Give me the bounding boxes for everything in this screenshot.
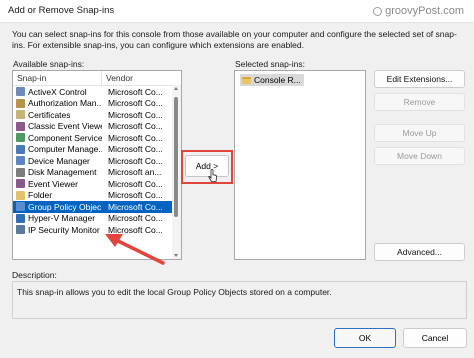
event-viewer-icon (16, 179, 25, 189)
remove-button[interactable]: Remove (374, 93, 465, 111)
scroll-down-icon[interactable] (174, 254, 178, 257)
vertical-scrollbar[interactable] (172, 85, 181, 259)
snapin-vendor: Microsoft Co... (108, 178, 163, 189)
column-header-vendor[interactable]: Vendor (102, 71, 133, 85)
folder-icon (16, 190, 25, 200)
advanced-button[interactable]: Advanced... (374, 243, 465, 261)
snapin-row[interactable]: ActiveX Control Microsoft Co... (13, 86, 181, 98)
snapin-name: Classic Event Viewer (28, 121, 102, 132)
snapin-vendor: Microsoft Co... (108, 98, 163, 109)
move-down-button[interactable]: Move Down (374, 147, 465, 165)
list-header: Snap-in Vendor (13, 71, 181, 86)
watermark-logo-icon (373, 6, 383, 16)
folder-icon (242, 76, 251, 84)
snapin-row[interactable]: Certificates Microsoft Co... (13, 109, 181, 121)
ok-button[interactable]: OK (334, 328, 396, 348)
snapin-name: Computer Manage... (28, 144, 102, 155)
snapin-name: Device Manager (28, 155, 90, 166)
snapin-row[interactable]: Disk Management Microsoft an... (13, 167, 181, 179)
snapin-vendor: Microsoft Co... (108, 201, 163, 212)
selected-item-label: Console R... (254, 75, 301, 85)
snapin-name: Disk Management (28, 167, 97, 178)
column-header-snapin[interactable]: Snap-in (13, 71, 102, 85)
snapin-row[interactable]: Group Policy Objec... Microsoft Co... (13, 201, 181, 213)
watermark-text: groovyPost.com (385, 5, 464, 17)
hand-cursor-icon (208, 169, 217, 182)
description-text: This snap-in allows you to edit the loca… (17, 287, 332, 297)
snapin-row[interactable]: Authorization Man... Microsoft Co... (13, 98, 181, 110)
snapin-vendor: Microsoft Co... (108, 224, 163, 235)
intro-text: You can select snap-ins for this console… (12, 29, 457, 50)
window-title: Add or Remove Snap-ins (8, 5, 115, 16)
device-manager-icon (16, 156, 25, 166)
snapin-name: Certificates (28, 109, 71, 120)
scroll-thumb[interactable] (174, 97, 178, 217)
snapin-vendor: Microsoft Co... (108, 213, 163, 224)
snapin-name: Group Policy Objec... (28, 201, 102, 212)
computer-management-icon (16, 144, 25, 154)
watermark: groovyPost.com (373, 5, 464, 17)
component-services-icon (16, 133, 25, 143)
available-snapins-list[interactable]: Snap-in Vendor ActiveX Control Microsoft … (12, 70, 182, 260)
certificates-icon (16, 110, 25, 120)
snapin-vendor: Microsoft Co... (108, 121, 163, 132)
snapin-name: Authorization Man... (28, 98, 102, 109)
available-rows: ActiveX Control Microsoft Co... Authorizat… (13, 86, 181, 236)
selected-snapins-list[interactable]: Console R... (234, 70, 366, 260)
activex-icon (16, 87, 25, 97)
hyperv-icon (16, 213, 25, 223)
snapin-name: Folder (28, 190, 53, 201)
disk-management-icon (16, 167, 25, 177)
selected-snapins-label: Selected snap-ins: (235, 59, 305, 69)
snapin-vendor: Microsoft Co... (108, 190, 163, 201)
snapin-vendor: Microsoft an... (108, 167, 162, 178)
event-viewer-icon (16, 121, 25, 131)
snapin-name: ActiveX Control (28, 86, 87, 97)
edit-extensions-button[interactable]: Edit Extensions... (374, 70, 465, 88)
snapin-row[interactable]: Classic Event Viewer Microsoft Co... (13, 121, 181, 133)
snapin-vendor: Microsoft Co... (108, 144, 163, 155)
description-box: This snap-in allows you to edit the loca… (12, 281, 467, 319)
description-label: Description: (12, 270, 57, 280)
snapin-vendor: Microsoft Co... (108, 155, 163, 166)
group-policy-icon (16, 202, 25, 212)
snapin-vendor: Microsoft Co... (108, 86, 163, 97)
snapin-row[interactable]: Component Services Microsoft Co... (13, 132, 181, 144)
snapin-row[interactable]: Computer Manage... Microsoft Co... (13, 144, 181, 156)
snapin-vendor: Microsoft Co... (108, 109, 163, 120)
ip-security-icon (16, 225, 25, 235)
authorization-icon (16, 98, 25, 108)
available-snapins-label: Available snap-ins: (13, 59, 85, 69)
snapin-name: Component Services (28, 132, 102, 143)
snapin-row[interactable]: Folder Microsoft Co... (13, 190, 181, 202)
snapin-vendor: Microsoft Co... (108, 132, 163, 143)
snapin-row[interactable]: Device Manager Microsoft Co... (13, 155, 181, 167)
selected-item-console-root[interactable]: Console R... (240, 74, 304, 86)
snapin-row[interactable]: Event Viewer Microsoft Co... (13, 178, 181, 190)
snapin-name: Hyper-V Manager (28, 213, 96, 224)
cancel-button[interactable]: Cancel (403, 328, 467, 348)
snapin-row[interactable]: IP Security Monitor Microsoft Co... (13, 224, 181, 236)
snapin-name: Event Viewer (28, 178, 78, 189)
move-up-button[interactable]: Move Up (374, 124, 465, 142)
scroll-up-icon[interactable] (174, 87, 178, 90)
add-button[interactable]: Add > (185, 155, 229, 177)
snapin-name: IP Security Monitor (28, 224, 100, 235)
snapin-row[interactable]: Hyper-V Manager Microsoft Co... (13, 213, 181, 225)
